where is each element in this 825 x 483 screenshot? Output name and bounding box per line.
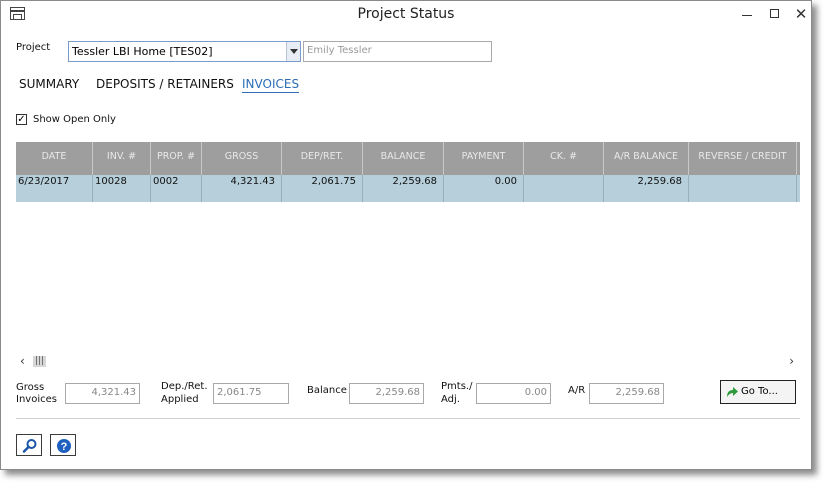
project-label: Project	[16, 42, 51, 53]
close-button[interactable]: ✕	[788, 3, 814, 25]
help-button[interactable]: ?	[50, 434, 76, 456]
grid-header: DATE INV. # PROP. # GROSS DEP/RET. BALAN…	[16, 142, 800, 175]
ar-field[interactable]: 2,259.68	[589, 383, 664, 404]
minimize-icon	[742, 15, 752, 16]
go-to-button[interactable]: Go To...	[720, 380, 796, 404]
project-select[interactable]: Tessler LBI Home [TES02]	[68, 41, 301, 62]
show-open-only-checkbox[interactable]: ✓	[16, 114, 27, 125]
maximize-icon	[769, 9, 779, 18]
scroll-right-icon[interactable]: ›	[789, 354, 794, 368]
balance-field[interactable]: 2,259.68	[349, 383, 424, 404]
checkmark-icon: ✓	[17, 114, 26, 125]
pmts-adj-label-1: Pmts./	[441, 381, 473, 392]
green-arrow-icon	[727, 387, 738, 397]
col-dep-ret[interactable]: DEP/RET.	[282, 142, 363, 175]
col-balance[interactable]: BALANCE	[363, 142, 444, 175]
search-button[interactable]	[16, 434, 42, 456]
cell-inv-number: 10028	[93, 175, 151, 202]
footer-divider	[16, 418, 800, 419]
balance-label: Balance	[307, 385, 347, 396]
pmts-adj-field[interactable]: 0.00	[476, 383, 551, 404]
cell-ck-number	[524, 175, 604, 202]
col-ck-number[interactable]: CK. #	[524, 142, 604, 175]
col-ar-balance[interactable]: A/R BALANCE	[604, 142, 689, 175]
horizontal-scrollbar[interactable]: ‹ ||| ›	[16, 353, 800, 370]
tab-deposits-retainers[interactable]: DEPOSITS / RETAINERS	[96, 77, 234, 91]
tab-invoices[interactable]: INVOICES	[242, 77, 300, 93]
dep-ret-applied-field[interactable]: 2,061.75	[213, 383, 289, 404]
magnifier-icon	[22, 439, 37, 453]
chevron-down-icon[interactable]	[286, 42, 300, 61]
table-row[interactable]: 6/23/2017 10028 0002 4,321.43 2,061.75 2…	[16, 175, 800, 202]
project-select-value: Tessler LBI Home [TES02]	[72, 45, 213, 58]
dep-ret-applied-label-1: Dep./Ret.	[161, 381, 208, 392]
gross-invoices-field[interactable]: 4,321.43	[65, 383, 140, 404]
cell-balance: 2,259.68	[363, 175, 444, 202]
maximize-button[interactable]	[761, 3, 787, 25]
show-open-only-label[interactable]: Show Open Only	[33, 114, 116, 125]
gross-invoices-label-2: Invoices	[16, 394, 57, 405]
scroll-left-icon[interactable]: ‹	[20, 354, 25, 368]
cell-dep-ret: 2,061.75	[282, 175, 363, 202]
scroll-thumb[interactable]: |||	[33, 356, 46, 367]
invoices-grid: DATE INV. # PROP. # GROSS DEP/RET. BALAN…	[16, 142, 800, 374]
col-inv-number[interactable]: INV. #	[93, 142, 151, 175]
col-payment[interactable]: PAYMENT	[444, 142, 524, 175]
cell-payment: 0.00	[444, 175, 524, 202]
question-circle-icon: ?	[57, 439, 71, 453]
gross-invoices-label-1: Gross	[16, 382, 45, 393]
go-to-label: Go To...	[741, 386, 778, 397]
cell-reverse-credit	[689, 175, 797, 202]
svg-text:?: ?	[61, 441, 68, 453]
ar-label: A/R	[568, 385, 586, 396]
tab-summary[interactable]: SUMMARY	[19, 77, 79, 91]
col-prop-number[interactable]: PROP. #	[151, 142, 202, 175]
cell-ar-balance: 2,259.68	[604, 175, 689, 202]
pmts-adj-label-2: Adj.	[441, 394, 460, 405]
cell-prop-number: 0002	[151, 175, 202, 202]
client-name-text: Emily Tessler	[307, 45, 372, 56]
close-icon: ✕	[794, 5, 808, 23]
project-status-window: Project Status ✕ Project Tessler LBI Hom…	[0, 0, 812, 470]
cell-date: 6/23/2017	[16, 175, 93, 202]
col-reverse-credit[interactable]: REVERSE / CREDIT	[689, 142, 797, 175]
minimize-button[interactable]	[734, 3, 760, 25]
dep-ret-applied-label-2: Applied	[161, 394, 199, 405]
window-title: Project Status	[357, 6, 455, 22]
client-name-field[interactable]: Emily Tessler	[303, 41, 492, 62]
col-gross[interactable]: GROSS	[202, 142, 282, 175]
title-bar[interactable]: Project Status ✕	[1, 1, 811, 29]
cell-gross: 4,321.43	[202, 175, 282, 202]
col-date[interactable]: DATE	[16, 142, 93, 175]
